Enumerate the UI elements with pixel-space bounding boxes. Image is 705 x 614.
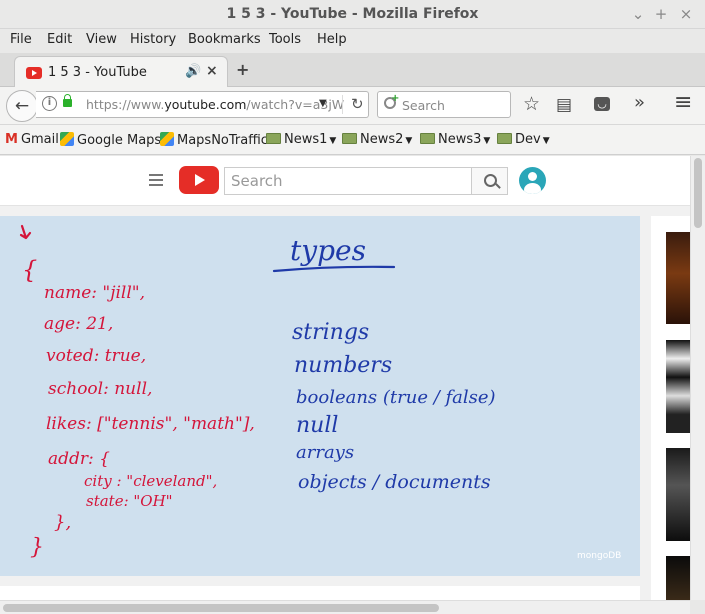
bookmark-folder-dev[interactable]: Dev ▼	[497, 132, 550, 147]
bookmark-star-icon[interactable]: ☆	[523, 93, 540, 115]
youtube-search-input[interactable]: Search	[224, 167, 472, 195]
whiteboard-drawing: { name: "jill", age: 21, voted: true, sc…	[19, 224, 621, 561]
json-line-4: school: null,	[48, 379, 152, 399]
avatar[interactable]	[519, 167, 546, 194]
tab-close-icon[interactable]: ×	[206, 63, 218, 79]
json-line-9: },	[54, 512, 71, 533]
page-viewport: Search { name: "jill", age: 21, voted: t…	[0, 156, 690, 600]
json-line-2: age: 21,	[44, 314, 113, 334]
types-item-2: booleans (true / false)	[296, 387, 496, 408]
heading-underline	[272, 265, 396, 273]
related-video-thumbnail[interactable]	[666, 556, 690, 600]
related-video-thumbnail[interactable]	[666, 232, 690, 324]
maps-icon	[60, 132, 74, 146]
vertical-scroll-thumb[interactable]	[694, 158, 702, 228]
youtube-favicon-icon	[26, 67, 42, 79]
folder-icon	[420, 133, 435, 144]
browser-search-input[interactable]: + Search	[377, 91, 511, 118]
youtube-header: Search	[0, 156, 690, 206]
bookmark-google-maps[interactable]: Google Maps	[60, 132, 161, 148]
json-line-8: state: "OH"	[86, 492, 173, 510]
youtube-logo-icon[interactable]	[179, 166, 219, 194]
json-line-6: addr: {	[48, 449, 110, 469]
folder-icon	[266, 133, 281, 144]
navigation-bar: ← i https://www.youtube.com/watch?v=a3jW…	[0, 87, 705, 125]
window-titlebar: 1 5 3 - YouTube - Mozilla Firefox ⌄ + ×	[0, 0, 705, 29]
json-line-7: city : "cleveland",	[84, 472, 217, 490]
types-item-0: strings	[292, 320, 369, 345]
lock-icon	[63, 94, 72, 107]
related-video-thumbnail[interactable]	[666, 448, 690, 541]
maps-icon	[160, 132, 174, 146]
pocket-icon[interactable]: ◡	[594, 97, 610, 111]
tab-youtube[interactable]: 1 5 3 - YouTube 🔊 ×	[14, 56, 228, 88]
related-video-thumbnail[interactable]	[666, 340, 690, 433]
menu-bookmarks[interactable]: Bookmarks	[188, 32, 261, 47]
url-text[interactable]: https://www.youtube.com/watch?v=a3jW	[86, 97, 344, 112]
overflow-menu-icon[interactable]: »	[634, 92, 645, 113]
menu-edit[interactable]: Edit	[47, 32, 72, 47]
maximize-button[interactable]: +	[651, 4, 671, 24]
bookmark-folder-news2[interactable]: News2 ▼	[342, 132, 412, 147]
new-tab-button[interactable]: +	[236, 60, 249, 79]
json-line-5: likes: ["tennis", "math"],	[46, 414, 255, 434]
menu-view[interactable]: View	[86, 32, 117, 47]
folder-icon	[342, 133, 357, 144]
horizontal-scroll-thumb[interactable]	[3, 604, 439, 612]
url-bar[interactable]: i https://www.youtube.com/watch?v=a3jW ▼…	[36, 91, 369, 118]
youtube-search-placeholder: Search	[231, 172, 283, 190]
guide-menu-icon[interactable]	[149, 174, 163, 186]
search-placeholder: Search	[402, 98, 445, 113]
types-item-1: numbers	[294, 353, 392, 378]
bookmarks-toolbar: M Gmail Google Maps MapsNoTraffic News1 ▼ …	[0, 125, 705, 155]
menu-help[interactable]: Help	[317, 32, 347, 47]
bookmark-mapsnotraffic[interactable]: MapsNoTraffic	[160, 132, 268, 148]
audio-playing-icon[interactable]: 🔊	[185, 64, 201, 79]
back-button[interactable]: ←	[6, 90, 38, 122]
window-title: 1 5 3 - YouTube - Mozilla Firefox	[226, 6, 479, 22]
hamburger-menu-icon[interactable]: ≡	[674, 90, 692, 115]
types-item-5: objects / documents	[298, 471, 491, 493]
vertical-scrollbar[interactable]	[690, 156, 705, 600]
folder-icon	[497, 133, 512, 144]
types-heading: types	[290, 234, 366, 267]
bookmark-folder-news1[interactable]: News1 ▼	[266, 132, 336, 147]
json-line-3: voted: true,	[46, 346, 146, 366]
minimize-button[interactable]: ⌄	[628, 4, 648, 24]
json-line-1: name: "jill",	[44, 283, 145, 303]
red-arrow-mark	[19, 224, 32, 240]
add-search-engine-icon: +	[391, 93, 400, 104]
mongodb-watermark: mongoDB	[577, 551, 621, 561]
youtube-search-button[interactable]	[471, 167, 508, 195]
types-item-3: null	[296, 413, 338, 438]
menu-history[interactable]: History	[130, 32, 176, 47]
menu-file[interactable]: File	[10, 32, 32, 47]
reload-icon[interactable]: ↻	[342, 95, 364, 114]
video-player[interactable]: { name: "jill", age: 21, voted: true, sc…	[0, 216, 640, 576]
bookmark-gmail[interactable]: M Gmail	[5, 132, 59, 147]
info-icon[interactable]: i	[42, 96, 57, 111]
video-info-panel	[0, 586, 640, 600]
gmail-icon: M	[5, 132, 18, 147]
close-window-button[interactable]: ×	[676, 4, 696, 24]
menu-bar: File Edit View History Bookmarks Tools H…	[0, 29, 705, 53]
tab-title: 1 5 3 - YouTube	[48, 65, 147, 80]
json-line-0: {	[22, 256, 37, 284]
horizontal-scrollbar[interactable]	[0, 600, 690, 614]
types-item-4: arrays	[296, 442, 354, 463]
tab-strip: 1 5 3 - YouTube 🔊 ×	[0, 53, 705, 88]
bookmark-folder-news3[interactable]: News3 ▼	[420, 132, 490, 147]
menu-tools[interactable]: Tools	[269, 32, 301, 47]
reader-view-icon[interactable]: ▤	[556, 95, 572, 115]
url-dropdown-icon[interactable]: ▼	[319, 98, 327, 109]
json-line-10: }	[30, 535, 44, 560]
